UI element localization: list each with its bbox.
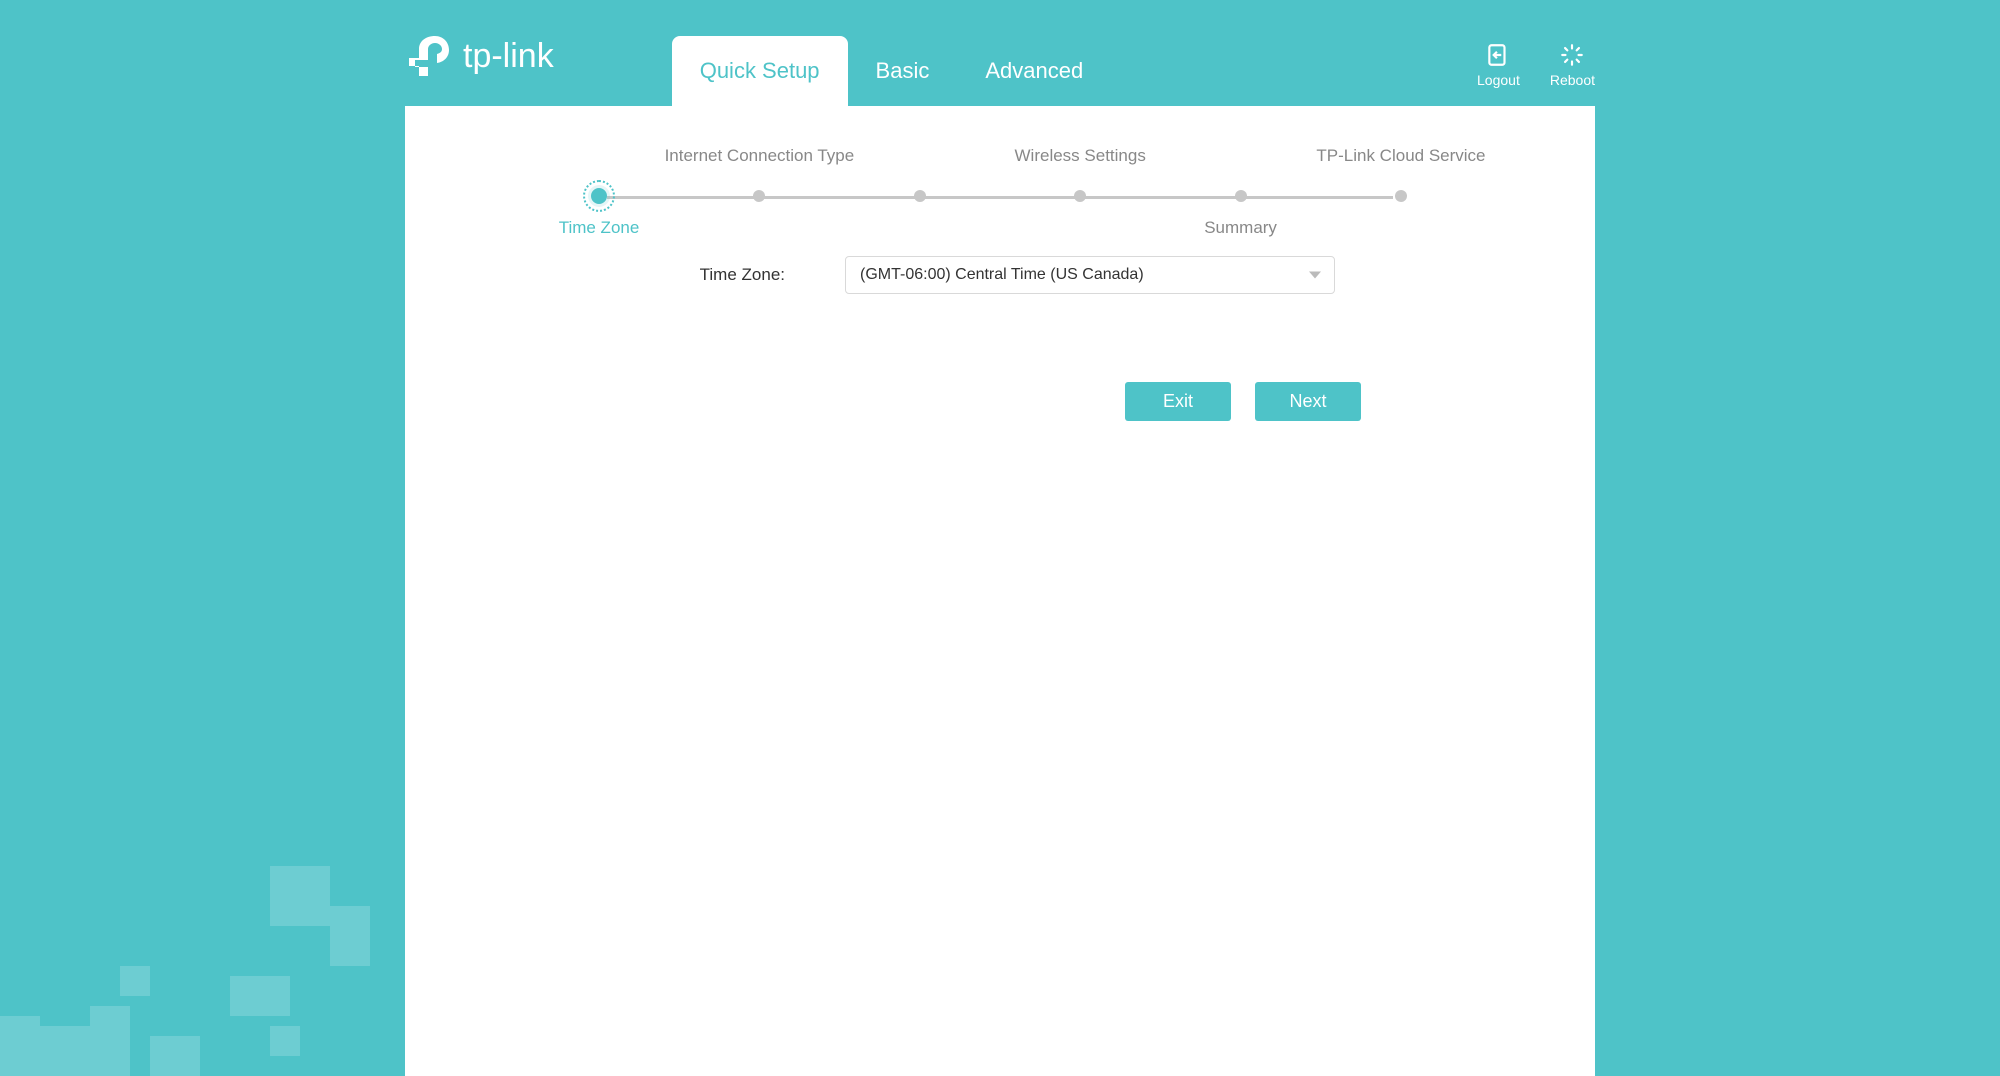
step-label-wireless: Wireless Settings <box>1015 146 1146 166</box>
next-button[interactable]: Next <box>1255 382 1361 421</box>
logout-label: Logout <box>1477 72 1520 88</box>
header: tp-link Quick Setup Basic Advanced Logou… <box>405 0 1595 106</box>
main-panel: Time Zone Internet Connection Type Wirel… <box>405 106 1595 1076</box>
brand-logo: tp-link <box>405 32 554 80</box>
exit-button[interactable]: Exit <box>1125 382 1231 421</box>
step-dot <box>1235 190 1247 202</box>
tp-link-logo-icon <box>405 32 453 80</box>
reboot-label: Reboot <box>1550 72 1595 88</box>
timezone-row: Time Zone: (GMT-06:00) Central Time (US … <box>405 256 1595 294</box>
timezone-selected-value: (GMT-06:00) Central Time (US Canada) <box>860 266 1144 284</box>
step-dot-active <box>591 188 607 204</box>
step-dot <box>753 190 765 202</box>
reboot-button[interactable]: Reboot <box>1550 42 1595 88</box>
stepper-line <box>607 196 1393 199</box>
tab-quick-setup[interactable]: Quick Setup <box>672 36 848 106</box>
chevron-down-icon <box>1309 272 1321 279</box>
step-label-internet: Internet Connection Type <box>665 146 855 166</box>
tab-advanced[interactable]: Advanced <box>957 36 1111 106</box>
main-nav: Quick Setup Basic Advanced <box>672 36 1112 106</box>
timezone-label: Time Zone: <box>665 265 785 285</box>
step-dot <box>1395 190 1407 202</box>
step-label-cloud: TP-Link Cloud Service <box>1316 146 1485 166</box>
logout-icon <box>1485 42 1511 68</box>
step-label-summary: Summary <box>1204 218 1277 238</box>
tab-basic[interactable]: Basic <box>848 36 958 106</box>
timezone-select-wrap: (GMT-06:00) Central Time (US Canada) <box>845 256 1335 294</box>
timezone-select[interactable]: (GMT-06:00) Central Time (US Canada) <box>845 256 1335 294</box>
header-actions: Logout Reboot <box>1477 42 1595 88</box>
step-label-time-zone: Time Zone <box>559 218 640 238</box>
brand-name: tp-link <box>463 37 554 76</box>
logout-button[interactable]: Logout <box>1477 42 1520 88</box>
step-dot <box>1074 190 1086 202</box>
reboot-icon <box>1559 42 1585 68</box>
button-row: Exit Next <box>405 382 1595 421</box>
step-dot <box>914 190 926 202</box>
